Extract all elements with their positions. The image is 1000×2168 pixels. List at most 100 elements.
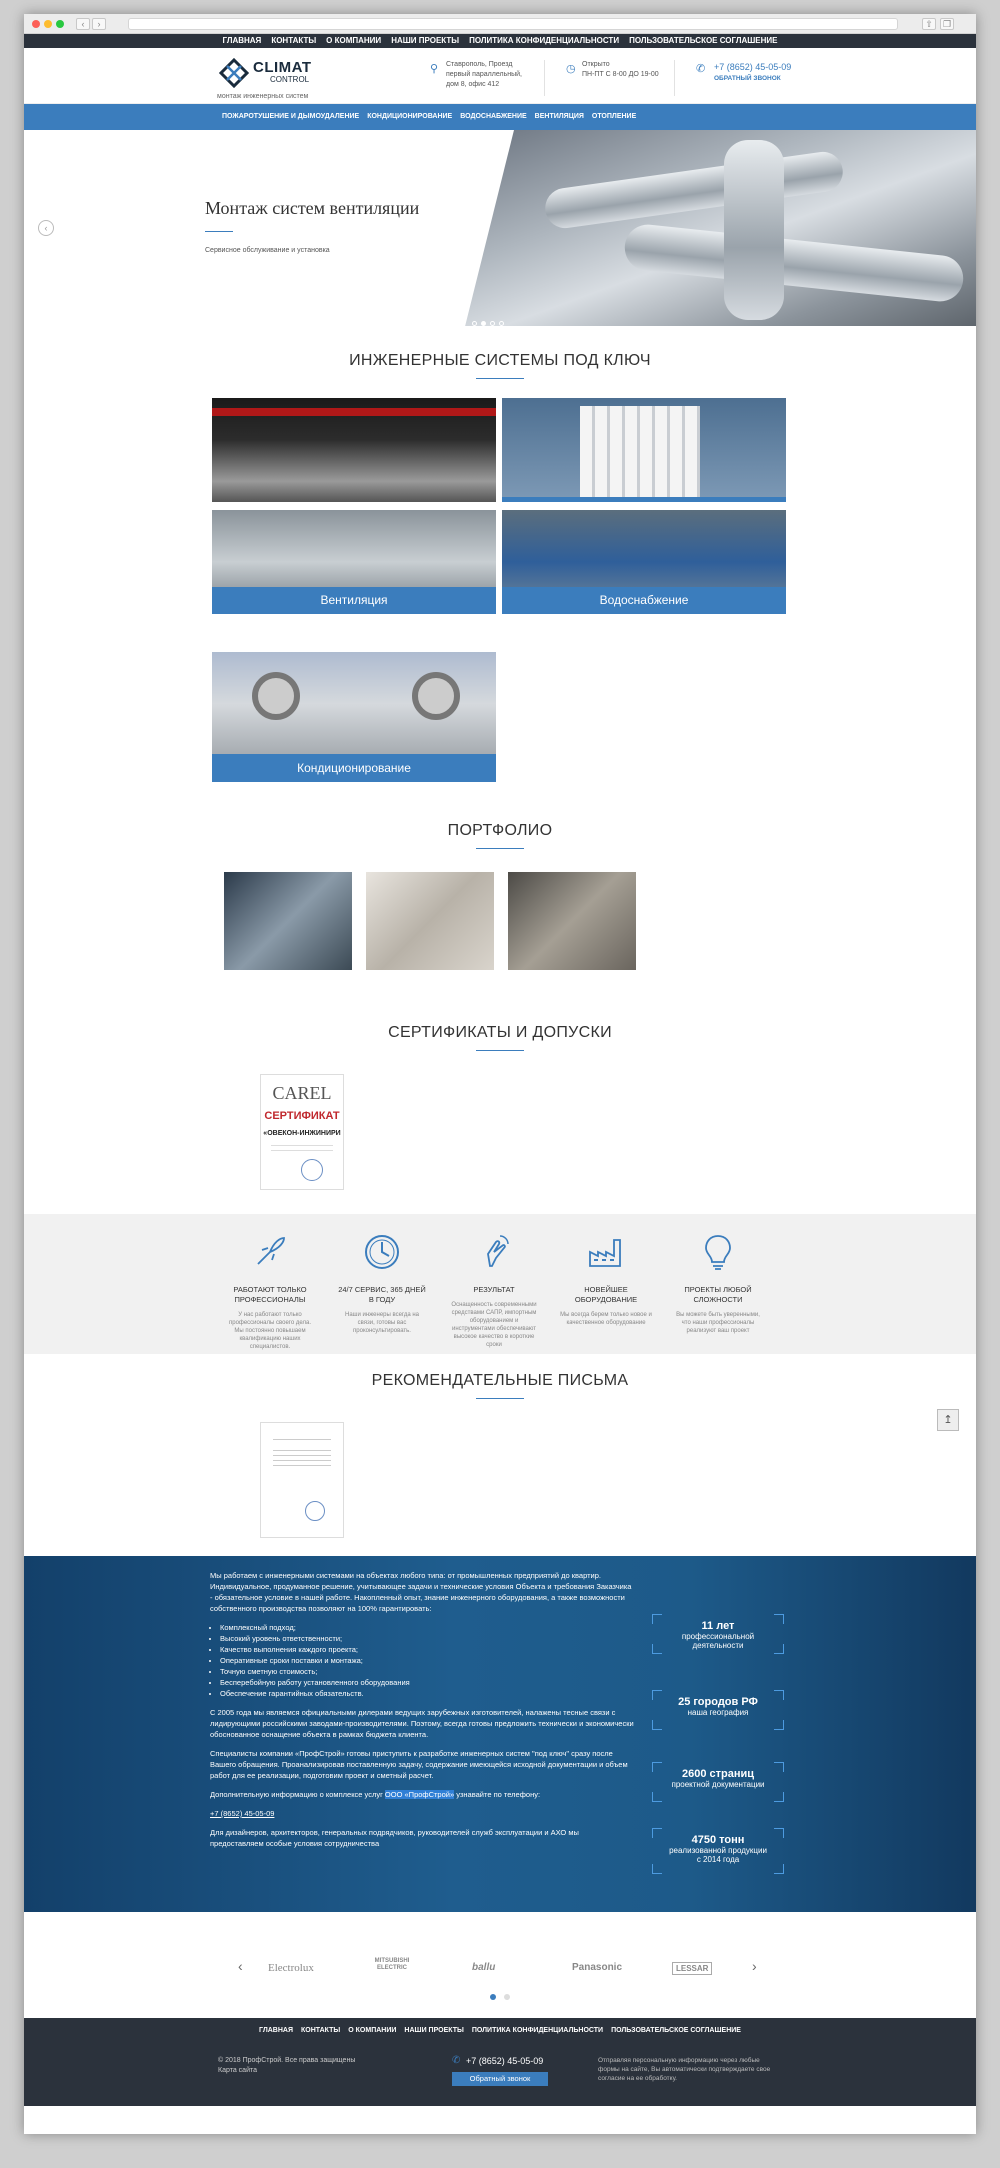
hero-underline	[205, 231, 233, 232]
about-paragraph: Для дизайнеров, архитекторов, генеральны…	[210, 1828, 579, 1848]
footer-link[interactable]: НАШИ ПРОЕКТЫ	[404, 2027, 463, 2034]
features-band: РАБОТАЮТ ТОЛЬКО ПРОФЕССИОНАЛЫ У нас рабо…	[24, 1214, 976, 1354]
about-paragraph: Дополнительную информацию о комплексе ус…	[210, 1789, 634, 1800]
nav-item[interactable]: ОТОПЛЕНИЕ	[592, 113, 636, 120]
guarantee-list: Комплексный подход; Высокий уровень отве…	[210, 1622, 634, 1699]
browser-toolbar: ‹ › ⇧ ❐	[24, 14, 976, 34]
footer-link[interactable]: ПОЛЬЗОВАТЕЛЬСКОЕ СОГЛАШЕНИЕ	[611, 2027, 741, 2034]
tile-label: Водоснабжение	[502, 587, 786, 614]
stat-number: 11 лет	[701, 1620, 735, 1632]
slider-dot[interactable]	[472, 321, 477, 326]
certificate-image[interactable]: CAREL СЕРТИФИКАТ «ОВЕКОН-ИНЖИНИРИ	[260, 1074, 344, 1190]
stat-label: проектной документации	[671, 1780, 765, 1789]
tile-conditioning[interactable]: Кондиционирование	[212, 652, 496, 782]
portfolio-image[interactable]	[366, 872, 494, 970]
footer-link[interactable]: ГЛАВНАЯ	[259, 2027, 293, 2034]
stat-label: наша география	[687, 1708, 749, 1717]
header-phone[interactable]: +7 (8652) 45-05-09	[714, 62, 791, 72]
carousel-dot[interactable]	[490, 1994, 496, 2000]
feature-item: ПРОЕКТЫ ЛЮБОЙ СЛОЖНОСТИ Вы можете быть у…	[672, 1232, 764, 1335]
carousel-prev-icon[interactable]: ‹	[238, 1958, 243, 1974]
stat-number: 2600 страниц	[681, 1768, 755, 1780]
feature-title: РАБОТАЮТ ТОЛЬКО ПРОФЕССИОНАЛЫ	[233, 1285, 307, 1304]
phone-icon: ✆	[452, 2055, 461, 2066]
callback-link[interactable]: ОБРАТНЫЙ ЗВОНОК	[714, 75, 781, 82]
feature-item: НОВЕЙШЕЕ ОБОРУДОВАНИЕ Мы всегда берем то…	[560, 1232, 652, 1327]
divider	[544, 60, 545, 96]
title-underline	[476, 848, 524, 849]
feature-title: 24/7 СЕРВИС, 365 ДНЕЙ В ГОДУ	[338, 1285, 426, 1304]
carousel-next-icon[interactable]: ›	[752, 1958, 757, 1974]
clock-icon	[365, 1235, 399, 1269]
rocket-icon	[257, 1237, 285, 1265]
tile-ventilation[interactable]: Вентиляция	[212, 510, 496, 614]
brand-logo[interactable]: MITSUBISHI ELECTRIC	[372, 1958, 412, 1972]
tabs-icon[interactable]: ❐	[940, 18, 954, 30]
topnav-link[interactable]: КОНТАКТЫ	[271, 36, 316, 45]
footer-phone[interactable]: +7 (8652) 45-05-09	[466, 2056, 543, 2066]
nav-item[interactable]: ПОЖАРОТУШЕНИЕ И ДЫМОУДАЛЕНИЕ	[222, 113, 359, 120]
logo-title[interactable]: CLIMAT	[253, 59, 312, 76]
scroll-up-icon[interactable]: ↥	[937, 1409, 959, 1431]
brand-logo[interactable]: LESSAR	[672, 1962, 713, 1975]
hours-text: ПН-ПТ С 8-00 ДО 19-00	[582, 71, 659, 78]
slider-prev-icon[interactable]: ‹	[38, 220, 54, 236]
logo-icon[interactable]	[219, 58, 249, 88]
site-footer: ГЛАВНАЯ КОНТАКТЫ О КОМПАНИИ НАШИ ПРОЕКТЫ ПОЛ…	[24, 2018, 976, 2106]
tile-heating[interactable]	[502, 398, 786, 502]
pointer-icon	[487, 1235, 509, 1267]
tile-fire[interactable]	[212, 398, 496, 502]
slider-dot[interactable]	[481, 321, 486, 326]
address-line: первый параллельный,	[446, 71, 522, 78]
stat-number: 25 городов РФ	[678, 1696, 758, 1708]
brand-logo[interactable]: Electrolux	[268, 1962, 314, 1974]
sitemap-link[interactable]: Карта сайта	[218, 2066, 355, 2076]
logo-subtitle[interactable]: CONTROL	[270, 75, 309, 84]
hero-slider: Монтаж систем вентиляции Сервисное обслу…	[24, 130, 976, 326]
cert-label: СЕРТИФИКАТ	[264, 1110, 340, 1122]
minimize-dot-icon[interactable]	[44, 20, 52, 28]
site-header: CLIMAT CONTROL монтаж инженерных систем …	[24, 48, 976, 104]
portfolio-image[interactable]	[508, 872, 636, 970]
nav-item[interactable]: КОНДИЦИОНИРОВАНИЕ	[367, 113, 452, 120]
privacy-note: Отправляя персональную информацию через …	[598, 2057, 771, 2082]
topnav-link[interactable]: ПОЛИТИКА КОНФИДЕНЦИАЛЬНОСТИ	[469, 36, 619, 45]
stat-box: 11 лет профессиональной деятельности	[652, 1614, 784, 1654]
stat-label: реализованной продукции	[669, 1846, 767, 1855]
footer-link[interactable]: КОНТАКТЫ	[301, 2027, 340, 2034]
title-underline	[476, 1398, 524, 1399]
nav-item[interactable]: ВОДОСНАБЖЕНИЕ	[460, 113, 526, 120]
back-icon[interactable]: ‹	[76, 18, 90, 30]
zoom-dot-icon[interactable]	[56, 20, 64, 28]
close-dot-icon[interactable]	[32, 20, 40, 28]
footer-link[interactable]: ПОЛИТИКА КОНФИДЕНЦИАЛЬНОСТИ	[472, 2027, 603, 2034]
brand-logo[interactable]: ballu	[472, 1962, 495, 1973]
share-icon[interactable]: ⇧	[922, 18, 936, 30]
letter-image[interactable]	[260, 1422, 344, 1538]
topnav-link[interactable]: О КОМПАНИИ	[326, 36, 381, 45]
callback-button[interactable]: Обратный звонок	[452, 2072, 548, 2086]
feature-desc: Оснащенность современными средствами САП…	[451, 1302, 537, 1348]
footer-link[interactable]: О КОМПАНИИ	[348, 2027, 396, 2034]
slider-dot[interactable]	[499, 321, 504, 326]
about-phone-link[interactable]: +7 (8652) 45-05-09	[210, 1808, 634, 1819]
highlighted-company: ООО «ПрофСтрой»	[384, 1790, 455, 1799]
forward-icon[interactable]: ›	[92, 18, 106, 30]
nav-item[interactable]: ВЕНТИЛЯЦИЯ	[535, 113, 584, 120]
about-paragraph: Мы работаем с инженерными системами на о…	[210, 1571, 632, 1613]
stat-box: 4750 тонн реализованной продукции с 2014…	[652, 1828, 784, 1874]
feature-item: 24/7 СЕРВИС, 365 ДНЕЙ В ГОДУ Наши инжене…	[336, 1232, 428, 1335]
top-nav: ГЛАВНАЯ КОНТАКТЫ О КОМПАНИИ НАШИ ПРОЕКТЫ ПОЛ…	[24, 34, 976, 48]
topnav-link[interactable]: ПОЛЬЗОВАТЕЛЬСКОЕ СОГЛАШЕНИЕ	[629, 36, 777, 45]
tile-water[interactable]: Водоснабжение	[502, 510, 786, 614]
list-item: Точную сметную стоимость;	[220, 1666, 634, 1677]
topnav-link[interactable]: ГЛАВНАЯ	[223, 36, 262, 45]
address-bar[interactable]	[128, 18, 898, 30]
topnav-link[interactable]: НАШИ ПРОЕКТЫ	[391, 36, 459, 45]
slider-dot[interactable]	[490, 321, 495, 326]
portfolio-image[interactable]	[224, 872, 352, 970]
phone-icon: ✆	[696, 63, 706, 75]
carousel-dot[interactable]	[504, 1994, 510, 2000]
factory-icon	[589, 1239, 621, 1267]
brand-logo[interactable]: Panasonic	[572, 1962, 622, 1973]
